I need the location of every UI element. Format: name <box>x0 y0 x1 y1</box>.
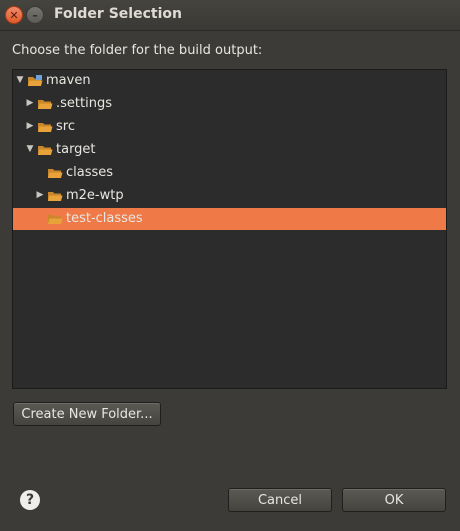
cancel-label: Cancel <box>257 492 303 508</box>
ok-button[interactable]: OK <box>342 488 446 512</box>
folder-icon <box>38 146 53 155</box>
collapsed-arrow-icon[interactable]: ▶ <box>25 98 35 108</box>
folder-icon <box>48 215 63 224</box>
tree-item-label: m2e-wtp <box>66 188 124 203</box>
folder-tree[interactable]: ▼ maven ▶ .settings ▶ src ▼ target classes ▶ m2e-w… <box>12 69 447 389</box>
collapsed-arrow-icon[interactable]: ▶ <box>35 190 45 200</box>
tree-item-label: maven <box>46 73 91 88</box>
tree-item-label: .settings <box>56 96 112 111</box>
expanded-arrow-icon[interactable]: ▼ <box>25 144 35 154</box>
title-bar: ✕ – Folder Selection <box>0 0 460 31</box>
tree-item[interactable]: ▼ maven <box>13 70 446 92</box>
minimize-icon: – <box>32 8 38 22</box>
tree-item[interactable]: test-classes <box>13 208 446 230</box>
prompt-label: Choose the folder for the build output: <box>12 43 263 58</box>
tree-item-label: src <box>56 119 75 134</box>
ok-label: OK <box>384 492 404 508</box>
tree-item[interactable]: ▶ .settings <box>13 93 446 115</box>
help-glyph: ? <box>25 492 35 508</box>
create-new-folder-label: Create New Folder... <box>21 406 153 422</box>
window-title: Folder Selection <box>54 6 182 22</box>
project-folder-icon <box>28 75 43 86</box>
tree-item-label: target <box>56 142 96 157</box>
folder-icon <box>38 100 53 109</box>
help-icon[interactable]: ? <box>20 490 40 510</box>
tree-item[interactable]: ▶ src <box>13 116 446 138</box>
tree-item[interactable]: ▼ target <box>13 139 446 161</box>
expanded-arrow-icon[interactable]: ▼ <box>15 75 25 85</box>
folder-icon <box>48 192 63 201</box>
tree-item-label: test-classes <box>66 211 143 226</box>
collapsed-arrow-icon[interactable]: ▶ <box>25 121 35 131</box>
tree-item[interactable]: classes <box>13 162 446 184</box>
folder-icon <box>38 123 53 132</box>
tree-item[interactable]: ▶ m2e-wtp <box>13 185 446 207</box>
close-window-button[interactable]: ✕ <box>5 6 23 24</box>
folder-icon <box>48 169 63 178</box>
tree-item-label: classes <box>66 165 114 180</box>
cancel-button[interactable]: Cancel <box>228 488 332 512</box>
create-new-folder-button[interactable]: Create New Folder... <box>13 402 161 426</box>
minimize-window-button[interactable]: – <box>26 6 44 24</box>
close-icon: ✕ <box>9 8 19 22</box>
